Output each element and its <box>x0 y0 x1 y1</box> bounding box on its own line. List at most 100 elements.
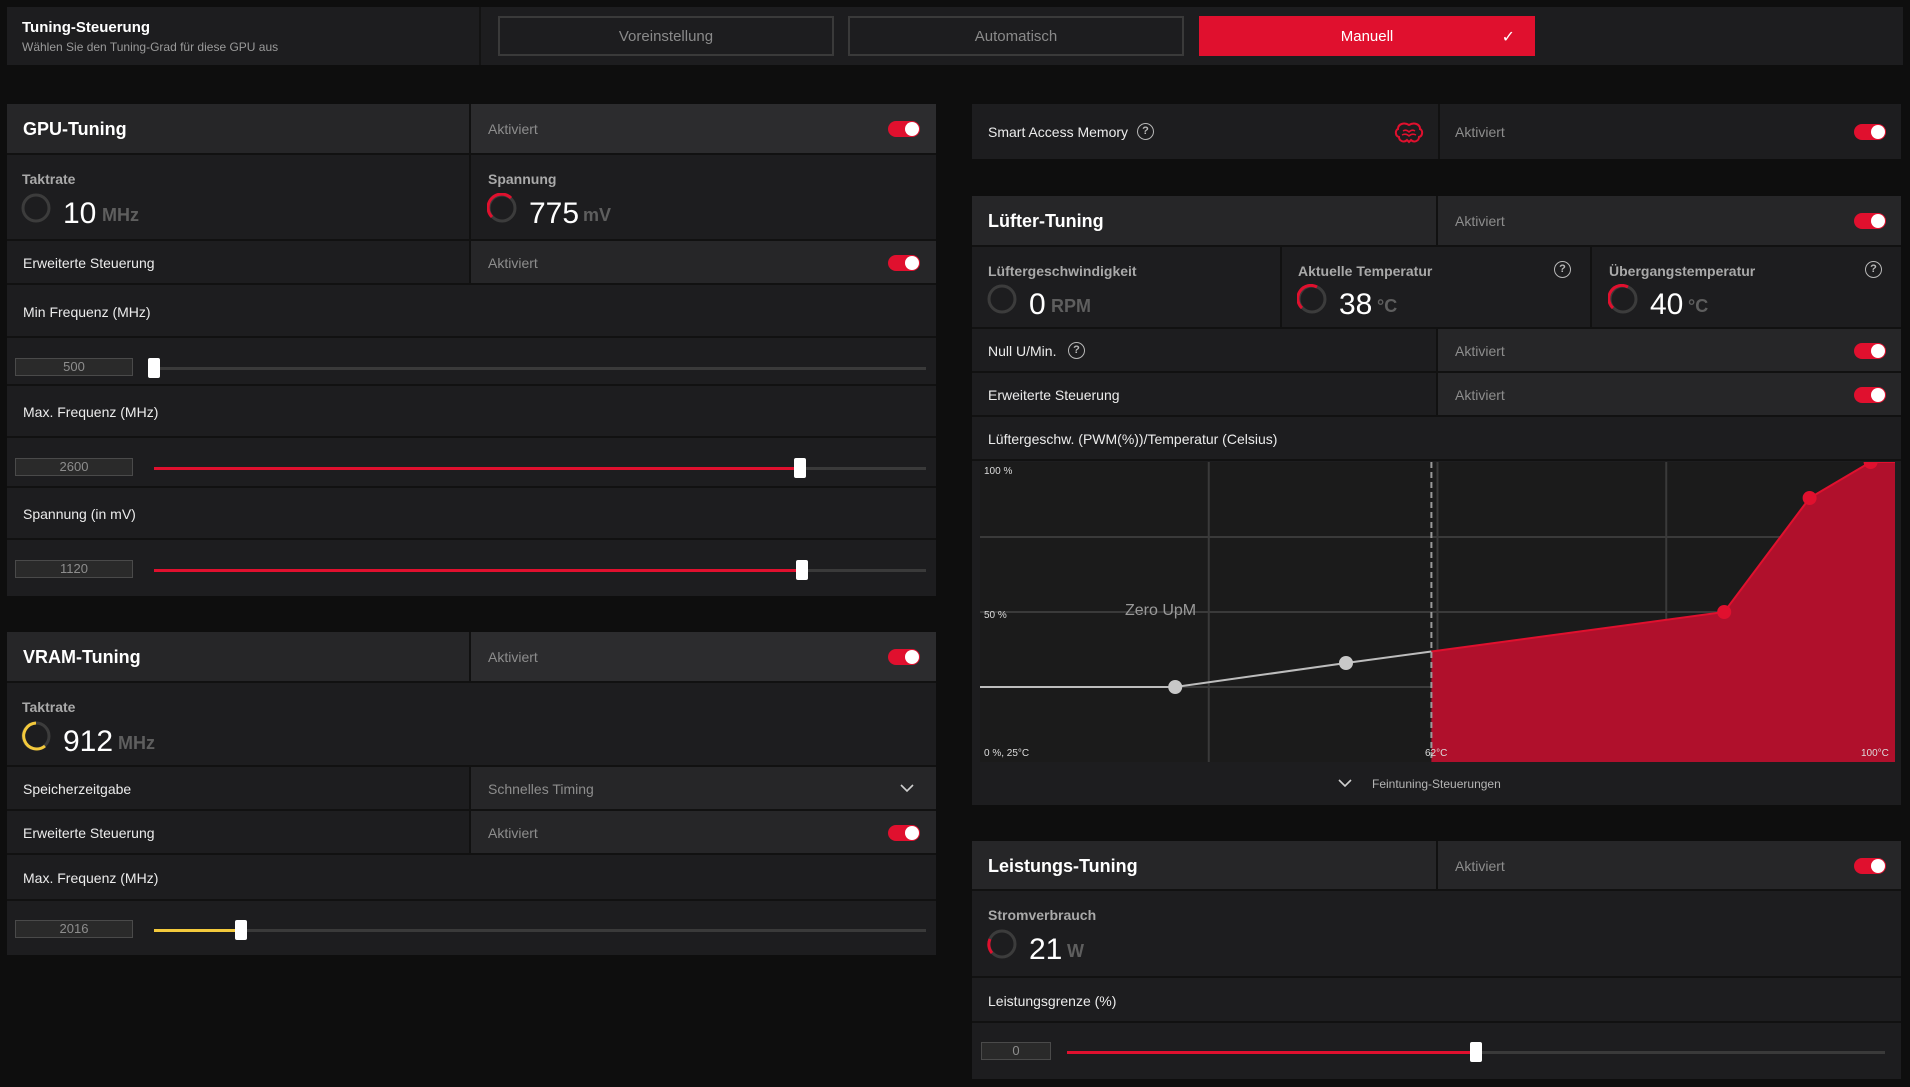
fan-advanced-toggle[interactable] <box>1854 387 1886 403</box>
chart-y-label-50: 50 % <box>984 610 1007 621</box>
power-limit-slider[interactable] <box>1067 1042 1885 1062</box>
gpu-max-freq-slider[interactable] <box>154 458 926 478</box>
manual-mode-button[interactable]: Manuell ✓ <box>1199 16 1535 56</box>
fan-curve-point[interactable] <box>1168 680 1183 694</box>
power-tuning-toggle[interactable] <box>1854 858 1886 874</box>
vram-max-freq-slider-handle[interactable] <box>235 920 248 940</box>
fan-speed-value: 0 <box>1029 288 1046 321</box>
preset-mode-button[interactable]: Voreinstellung <box>498 16 834 56</box>
vram-advanced-status: Aktiviert <box>488 825 538 841</box>
power-limit-label: Leistungsgrenze (%) <box>988 993 1117 1009</box>
vram-max-freq-label: Max. Frequenz (MHz) <box>23 870 159 886</box>
gpu-min-freq-label: Min Frequenz (MHz) <box>23 304 151 320</box>
fan-tuning-toggle[interactable] <box>1854 213 1886 229</box>
sam-help-icon[interactable]: ? <box>1137 123 1154 140</box>
chevron-down-icon[interactable] <box>1338 777 1352 789</box>
fan-tuning-panel: Lüfter-Tuning Aktiviert Lüftergeschwindi… <box>972 196 1901 805</box>
manual-mode-label: Manuell <box>1340 27 1394 45</box>
gpu-clock-value: 10 <box>63 197 97 230</box>
memory-timing-label: Speicherzeitgabe <box>23 781 132 797</box>
zero-rpm-toggle[interactable] <box>1854 343 1886 359</box>
gpu-voltage-gauge-icon <box>487 193 517 223</box>
smart-access-memory-panel: Smart Access Memory ? Aktiviert <box>972 104 1901 159</box>
fan-curve-point[interactable] <box>1802 491 1817 505</box>
power-limit-slider-handle[interactable] <box>1470 1042 1482 1062</box>
chart-x-label-min: 0 %, 25°C <box>984 748 1030 759</box>
vram-advanced-label: Erweiterte Steuerung <box>23 825 155 841</box>
current-temp-help-icon[interactable]: ? <box>1554 261 1571 278</box>
fan-curve-line <box>980 650 1432 688</box>
vram-max-freq-input[interactable]: 2016 <box>15 920 133 938</box>
fine-tuning-toggle[interactable]: Feintuning-Steuerungen <box>972 767 1901 805</box>
transition-temp-unit: °C <box>1688 296 1709 316</box>
brain-icon <box>1394 122 1424 144</box>
transition-temp-label: Übergangstemperatur <box>1609 263 1756 279</box>
fan-speed-label: Lüftergeschwindigkeit <box>988 263 1137 279</box>
fan-curve-plot[interactable] <box>980 462 1895 762</box>
gpu-voltage-input[interactable]: 1120 <box>15 560 133 578</box>
zero-rpm-annotation: Zero UpM <box>1125 602 1197 619</box>
vram-tuning-status: Aktiviert <box>488 649 538 665</box>
current-temp-value: 38 <box>1339 288 1373 321</box>
checkmark-icon: ✓ <box>1501 29 1515 46</box>
vram-tuning-toggle[interactable] <box>888 649 920 665</box>
sam-toggle[interactable] <box>1854 124 1886 140</box>
fan-curve-point[interactable] <box>1339 656 1353 670</box>
fan-speed-gauge-icon <box>987 284 1017 314</box>
header-subtitle: Wählen Sie den Tuning-Grad für diese GPU… <box>22 40 279 54</box>
fan-speed-unit: RPM <box>1051 296 1091 316</box>
zero-rpm-status: Aktiviert <box>1455 343 1505 359</box>
fan-curve-title: Lüftergeschw. (PWM(%))/Temperatur (Celsi… <box>988 431 1278 447</box>
power-draw-gauge-icon <box>987 929 1017 959</box>
vram-clock-unit: MHz <box>118 733 155 753</box>
gpu-voltage-unit: mV <box>583 205 612 225</box>
zero-rpm-help-icon[interactable]: ? <box>1068 342 1085 359</box>
preset-mode-label: Voreinstellung <box>618 27 714 45</box>
tuning-control-header: Tuning-Steuerung Wählen Sie den Tuning-G… <box>7 7 1903 65</box>
transition-temp-value: 40 <box>1650 288 1684 321</box>
gpu-min-freq-input[interactable]: 500 <box>15 358 133 376</box>
gpu-voltage-slider-label: Spannung (in mV) <box>23 506 136 522</box>
gpu-max-freq-slider-handle[interactable] <box>794 458 807 478</box>
gpu-clock-label: Taktrate <box>22 171 76 187</box>
header-divider <box>479 7 481 65</box>
current-temp-label: Aktuelle Temperatur <box>1298 263 1433 279</box>
gpu-clock-gauge-icon <box>21 193 51 223</box>
gpu-max-freq-input[interactable]: 2600 <box>15 458 133 476</box>
fine-tuning-label: Feintuning-Steuerungen <box>1372 777 1501 791</box>
transition-temp-gauge-icon <box>1608 284 1638 314</box>
chart-y-label-100: 100 % <box>984 466 1013 477</box>
smart-access-memory-label: Smart Access Memory <box>988 124 1129 140</box>
vram-clock-gauge-icon <box>21 721 51 751</box>
zero-rpm-label: Null U/Min. <box>988 343 1057 359</box>
power-tuning-status: Aktiviert <box>1455 858 1505 874</box>
fan-tuning-status: Aktiviert <box>1455 213 1505 229</box>
gpu-voltage-value: 775 <box>529 197 580 230</box>
memory-timing-select[interactable]: Schnelles Timing <box>488 781 594 797</box>
gpu-advanced-toggle[interactable] <box>888 255 920 271</box>
gpu-voltage-slider[interactable] <box>154 560 926 580</box>
gpu-min-freq-slider-handle[interactable] <box>148 358 160 378</box>
gpu-tuning-panel: GPU-Tuning Aktiviert Taktrate 10 MHz Spa… <box>7 104 936 596</box>
vram-clock-value: 912 <box>63 725 114 758</box>
transition-temp-help-icon[interactable]: ? <box>1865 261 1882 278</box>
gpu-voltage-slider-handle[interactable] <box>796 560 809 580</box>
vram-clock-label: Taktrate <box>22 699 76 715</box>
gpu-advanced-label: Erweiterte Steuerung <box>23 255 155 271</box>
gpu-voltage-label: Spannung <box>488 171 557 187</box>
gpu-tuning-toggle[interactable] <box>888 121 920 137</box>
fan-curve-chart[interactable]: 100 % 50 % 0 %, 25°C 62°C 100°C Zero UpM <box>980 462 1895 762</box>
power-draw-unit: W <box>1067 941 1084 961</box>
auto-mode-label: Automatisch <box>974 27 1058 45</box>
auto-mode-button[interactable]: Automatisch <box>848 16 1184 56</box>
fan-curve-point[interactable] <box>1717 605 1732 619</box>
gpu-tuning-title: GPU-Tuning <box>23 119 127 139</box>
power-draw-value: 21 <box>1029 933 1063 966</box>
chevron-down-icon[interactable] <box>900 782 914 794</box>
sam-status: Aktiviert <box>1455 124 1505 140</box>
gpu-min-freq-slider[interactable] <box>148 358 926 378</box>
vram-tuning-title: VRAM-Tuning <box>23 647 141 667</box>
vram-max-freq-slider[interactable] <box>154 920 926 940</box>
power-limit-input[interactable]: 0 <box>981 1042 1051 1060</box>
vram-advanced-toggle[interactable] <box>888 825 920 841</box>
